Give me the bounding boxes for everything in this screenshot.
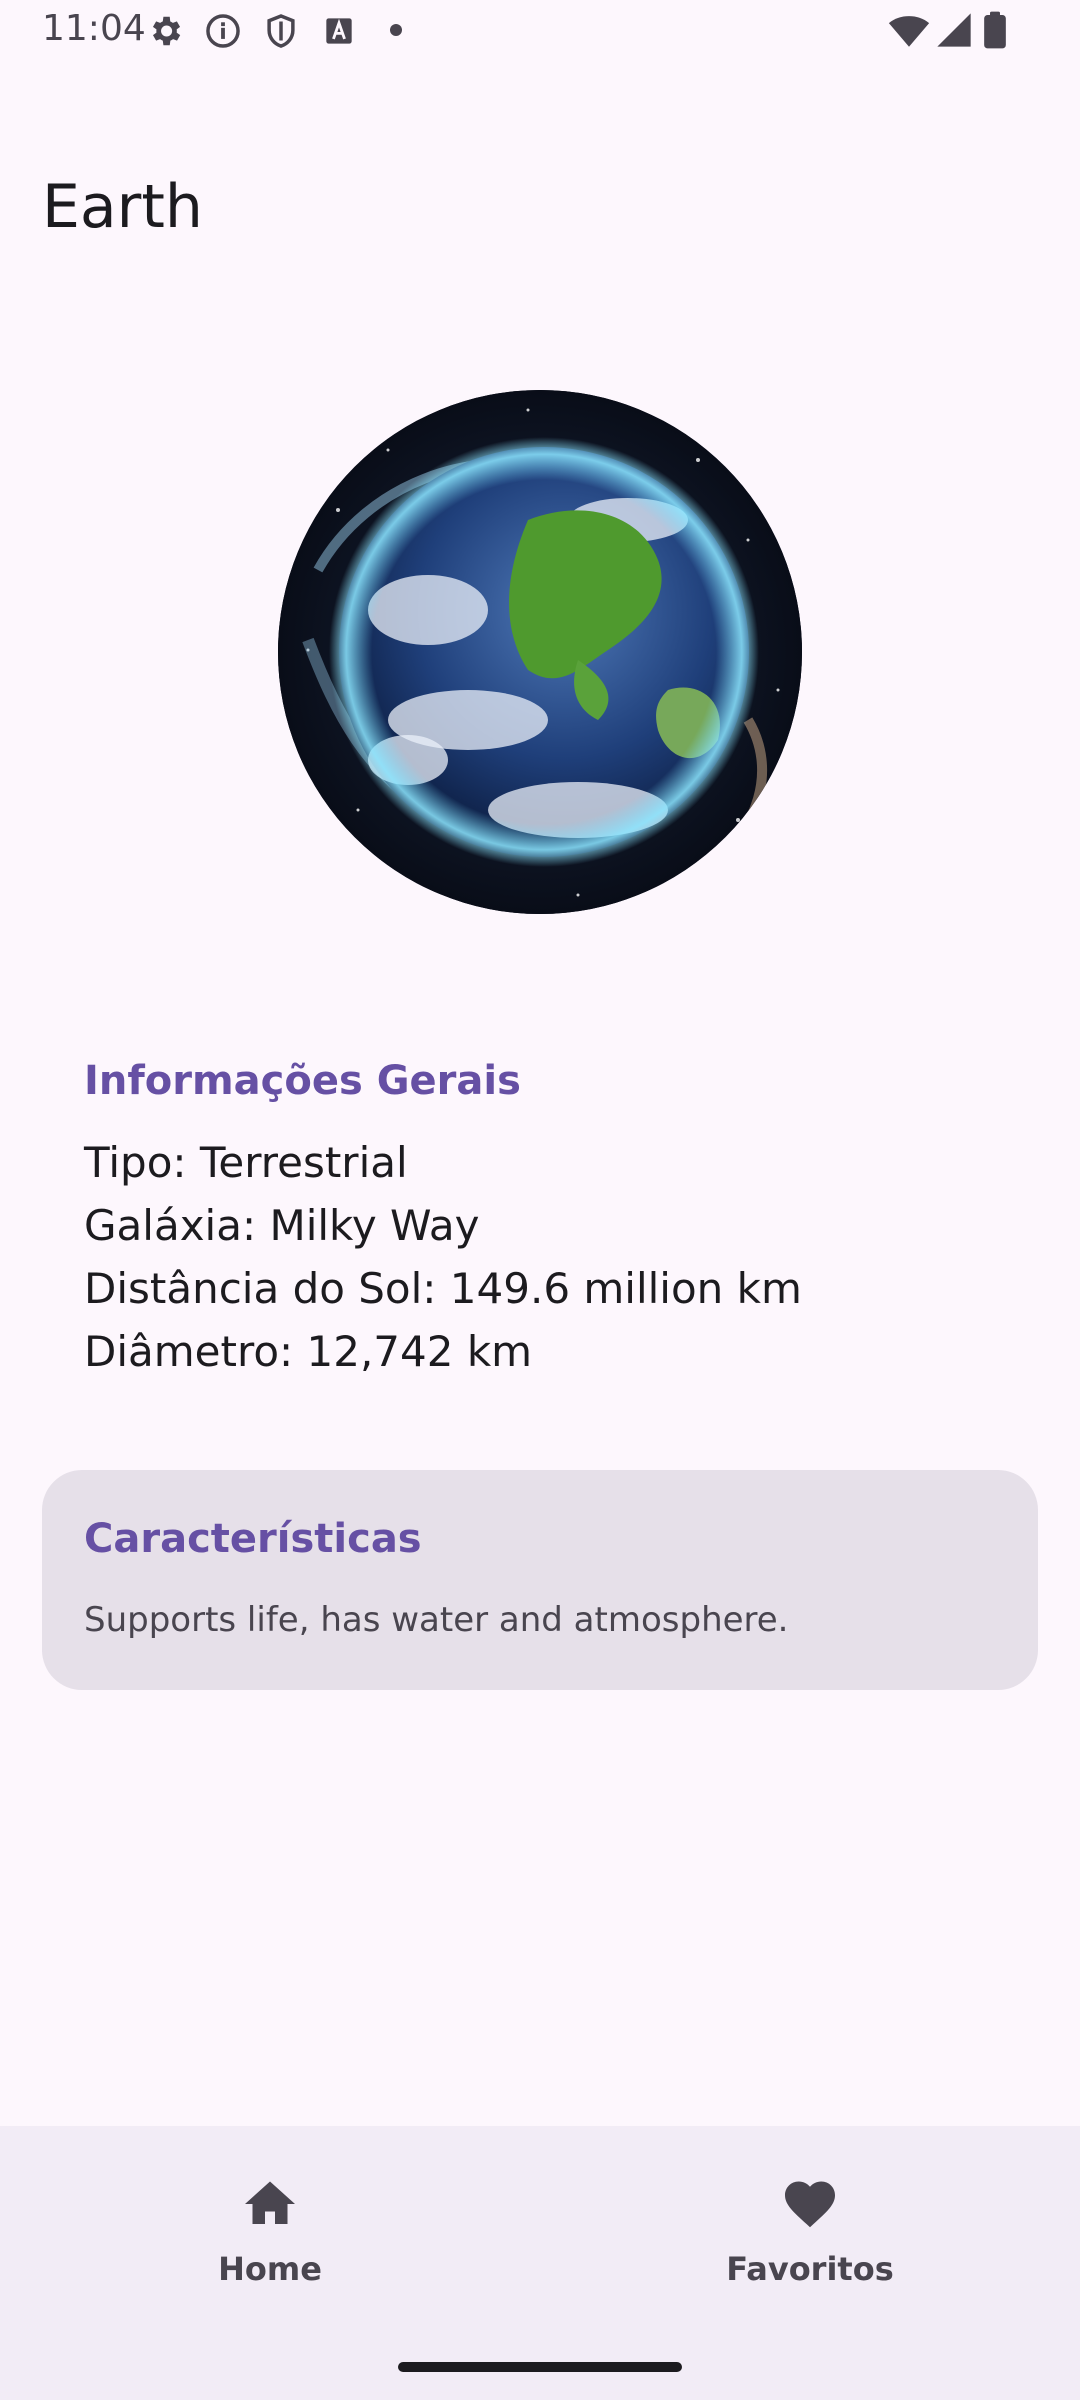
nav-item-home[interactable]: Home	[0, 2126, 540, 2346]
characteristics-text: Supports life, has water and atmosphere.	[84, 1600, 789, 1640]
bottom-navigation: Home Favoritos	[0, 2126, 1080, 2400]
info-diameter: Diâmetro: 12,742 km	[84, 1327, 533, 1376]
nav-item-favorites[interactable]: Favoritos	[540, 2126, 1080, 2346]
signal-icon	[937, 13, 971, 47]
characteristics-title: Características	[84, 1516, 422, 1562]
nav-label-favorites: Favoritos	[726, 2250, 894, 2288]
info-distance: Distância do Sol: 149.6 million km	[84, 1264, 802, 1313]
page-title: Earth	[42, 172, 203, 242]
status-time: 11:04	[42, 8, 146, 49]
info-galaxy: Galáxia: Milky Way	[84, 1201, 480, 1250]
home-indicator[interactable]	[398, 2362, 682, 2372]
battery-icon	[984, 11, 1006, 49]
general-info-title: Informações Gerais	[84, 1058, 521, 1104]
status-bar: 11:04	[0, 0, 1080, 64]
wifi-icon	[888, 16, 930, 47]
notification-dot-icon	[390, 24, 402, 36]
font-icon	[326, 18, 352, 44]
gear-icon	[152, 16, 181, 46]
home-icon	[245, 2181, 295, 2224]
heart-icon	[785, 2181, 835, 2228]
shield-icon	[267, 14, 295, 48]
earth-planet-image	[278, 390, 802, 914]
info-type: Tipo: Terrestrial	[84, 1138, 408, 1187]
nav-label-home: Home	[218, 2250, 322, 2288]
characteristics-card: Características Supports life, has water…	[42, 1470, 1038, 1690]
info-icon	[206, 14, 240, 48]
